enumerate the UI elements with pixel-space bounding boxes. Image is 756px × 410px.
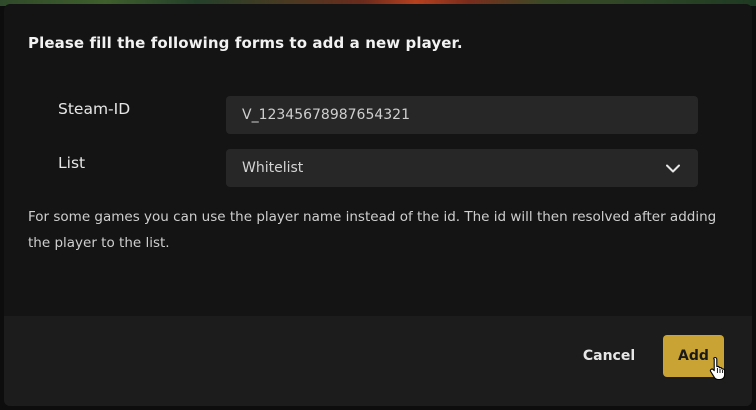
chevron-down-icon — [666, 161, 680, 175]
add-button[interactable]: Add — [663, 335, 724, 377]
cancel-button[interactable]: Cancel — [578, 337, 640, 375]
list-select-value: Whitelist — [242, 160, 304, 176]
list-select[interactable]: Whitelist — [226, 149, 698, 187]
list-label: List — [58, 154, 86, 172]
help-text: For some games you can use the player na… — [28, 209, 717, 251]
dialog-title: Please fill the following forms to add a… — [28, 34, 463, 52]
steam-id-input[interactable] — [226, 96, 698, 134]
steam-id-label: Steam-ID — [58, 100, 131, 118]
